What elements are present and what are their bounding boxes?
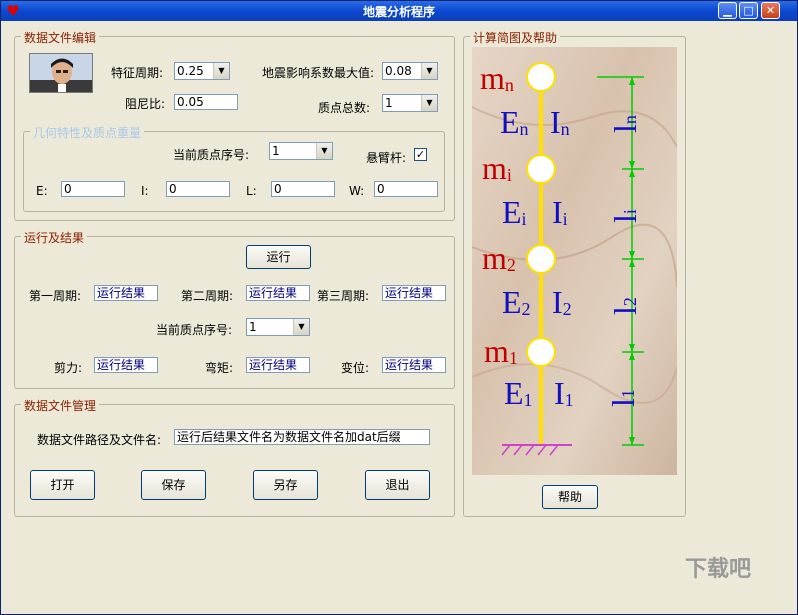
damping-label: 阻尼比:: [125, 97, 166, 111]
cantilever-label: 悬臂杆:: [366, 151, 407, 165]
moment-label: 弯矩:: [205, 361, 234, 375]
displacement-label: 变位:: [341, 361, 370, 375]
w-label: W:: [349, 184, 365, 198]
structure-diagram: mn En In ln mi Ei Ii li m2 E2 I2 l2 m1 E…: [472, 47, 677, 475]
damping-input[interactable]: 0.05: [174, 94, 238, 110]
shear-label: 剪力:: [54, 361, 83, 375]
w-input[interactable]: 0: [374, 181, 438, 197]
data-edit-group-title: 数据文件编辑: [21, 29, 100, 46]
period2-output[interactable]: 运行结果: [246, 285, 310, 301]
geometry-current-mass-label: 当前质点序号:: [173, 148, 250, 162]
e-label: E:: [36, 184, 48, 198]
char-period-select[interactable]: 0.25 ▼: [174, 62, 230, 80]
chevron-down-icon[interactable]: ▼: [213, 63, 229, 79]
title-bar[interactable]: ♥ 地震分析程序 ▁ □ ✕: [1, 1, 797, 21]
close-button[interactable]: ✕: [761, 2, 780, 19]
chevron-down-icon[interactable]: ▼: [293, 319, 309, 335]
window-title: 地震分析程序: [362, 5, 435, 19]
chevron-down-icon[interactable]: ▼: [316, 143, 332, 159]
cantilever-checkbox[interactable]: ✓: [414, 148, 427, 161]
chevron-down-icon[interactable]: ▼: [421, 95, 437, 111]
l-label: L:: [246, 184, 257, 198]
i-input[interactable]: 0: [166, 181, 230, 197]
file-manage-group: 数据文件管理: [14, 397, 455, 517]
run-button[interactable]: 运行: [246, 245, 311, 269]
file-path-input[interactable]: 运行后结果文件名为数据文件名加dat后缀: [174, 429, 430, 445]
geometry-group: 几何特性及质点重量: [23, 124, 445, 212]
period3-output[interactable]: 运行结果: [382, 285, 446, 301]
author-photo: [29, 53, 93, 93]
period1-label: 第一周期:: [29, 289, 82, 303]
displacement-output[interactable]: 运行结果: [382, 357, 446, 373]
run-results-group-title: 运行及结果: [21, 229, 88, 246]
exit-button[interactable]: 退出: [365, 470, 430, 500]
i-label: I:: [141, 184, 149, 198]
geometry-current-mass-select[interactable]: 1 ▼: [269, 142, 333, 160]
period2-label: 第二周期:: [181, 289, 234, 303]
run-current-mass-select[interactable]: 1 ▼: [246, 318, 310, 336]
char-period-label: 特征周期:: [111, 66, 164, 80]
moment-output[interactable]: 运行结果: [246, 357, 310, 373]
geometry-group-title: 几何特性及质点重量: [30, 124, 145, 141]
mass-count-select[interactable]: 1 ▼: [382, 94, 438, 112]
open-button[interactable]: 打开: [30, 470, 95, 500]
help-button[interactable]: 帮助: [542, 485, 598, 509]
app-window: ♥ 地震分析程序 ▁ □ ✕ 数据文件编辑 特征周期: 0.25 ▼ 地震影响系数…: [0, 0, 798, 615]
period1-output[interactable]: 运行结果: [94, 285, 158, 301]
mass-count-label: 质点总数:: [318, 101, 371, 115]
seismic-coeff-select[interactable]: 0.08 ▼: [382, 62, 438, 80]
save-button[interactable]: 保存: [141, 470, 206, 500]
run-current-mass-label: 当前质点序号:: [156, 323, 233, 337]
e-input[interactable]: 0: [61, 181, 125, 197]
seismic-coeff-label: 地震影响系数最大值:: [262, 66, 375, 80]
file-path-label: 数据文件路径及文件名:: [37, 433, 162, 447]
period3-label: 第三周期:: [317, 289, 370, 303]
shear-output[interactable]: 运行结果: [94, 357, 158, 373]
l-input[interactable]: 0: [271, 181, 335, 197]
chevron-down-icon[interactable]: ▼: [421, 63, 437, 79]
file-manage-group-title: 数据文件管理: [21, 397, 100, 414]
maximize-button[interactable]: □: [739, 2, 758, 19]
minimize-button[interactable]: ▁: [718, 2, 737, 19]
save-as-button[interactable]: 另存: [253, 470, 318, 500]
diagram-group-title: 计算简图及帮助: [470, 29, 561, 46]
watermark-logo: 下载吧: [685, 557, 752, 582]
